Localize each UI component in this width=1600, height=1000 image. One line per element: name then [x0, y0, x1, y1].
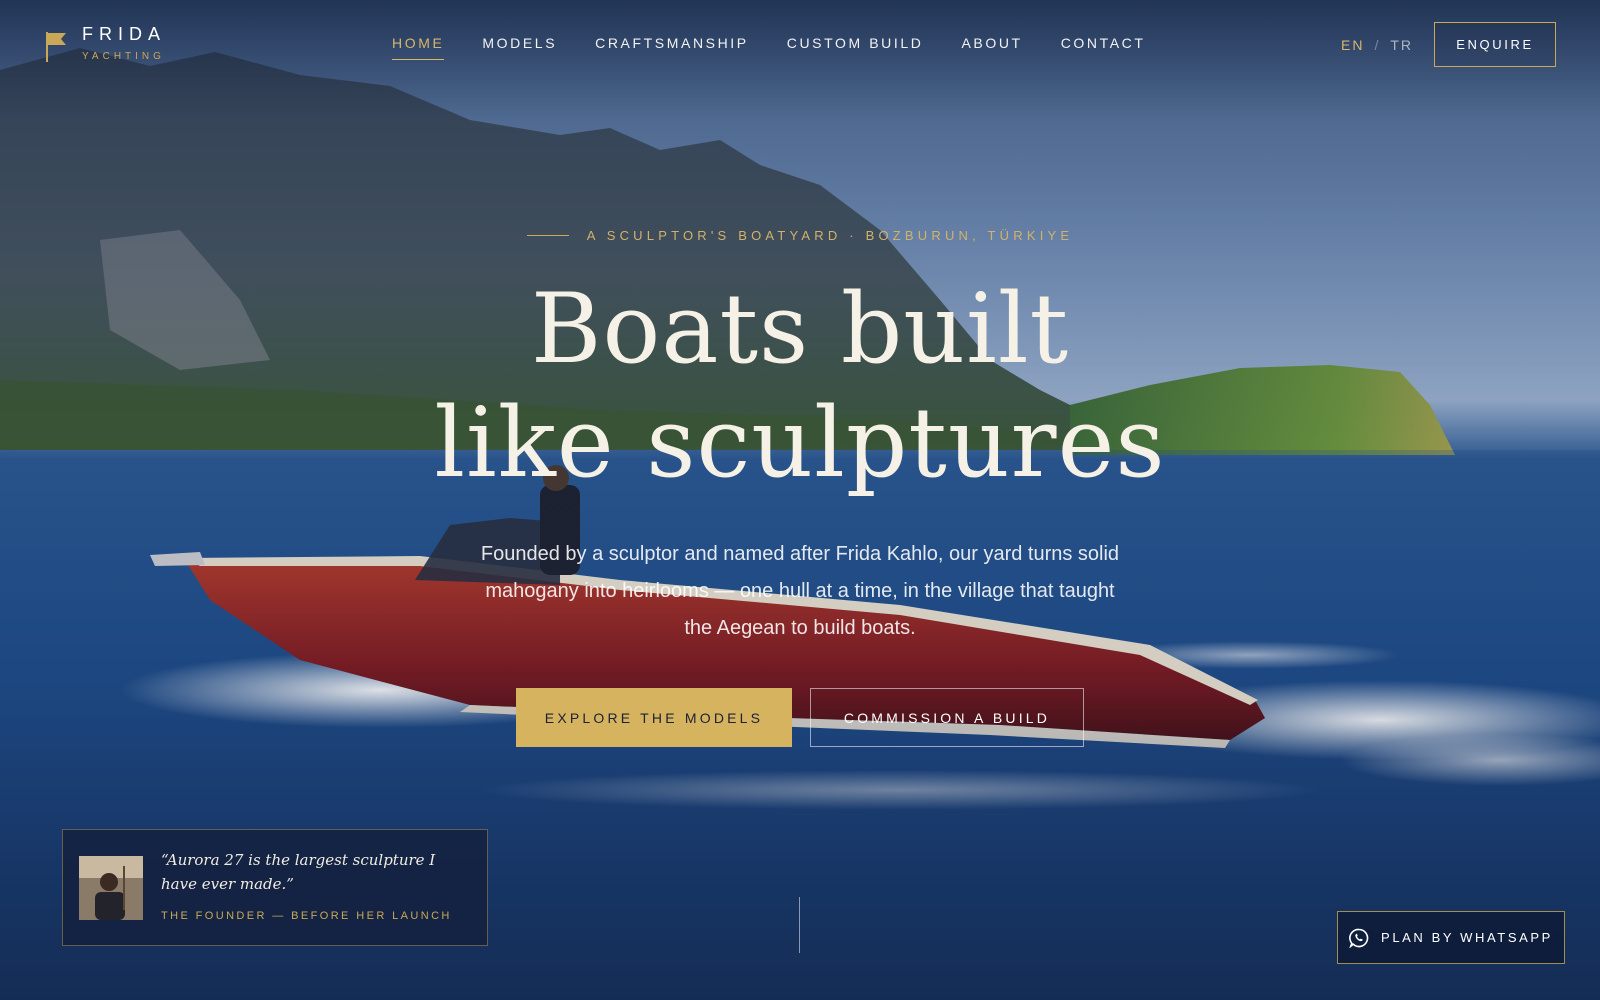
hero-lead: Founded by a sculptor and named after Fr… [480, 543, 1120, 639]
nav-item-custom-build[interactable]: CUSTOM BUILD [787, 35, 924, 60]
nav-item-craftsmanship[interactable]: CRAFTSMANSHIP [595, 35, 749, 60]
whatsapp-icon [1349, 928, 1369, 948]
explore-models-button[interactable]: EXPLORE THE MODELS [516, 688, 792, 747]
flag-icon [46, 32, 66, 62]
nav-item-contact[interactable]: CONTACT [1061, 35, 1146, 60]
brand-text: FRIDA YACHTING [82, 24, 166, 64]
founder-quote-card: “Aurora 27 is the largest sculpture I ha… [62, 829, 488, 946]
scroll-indicator [799, 897, 800, 953]
quote-attribution: THE FOUNDER — BEFORE HER LAUNCH [161, 910, 452, 922]
language-option-tr[interactable]: TR [1390, 37, 1413, 53]
eyebrow-divider [526, 235, 569, 236]
brand-name: FRIDA [82, 24, 166, 44]
language-option-en[interactable]: EN [1341, 37, 1364, 53]
hero-headline: Boats built like sculptures [0, 272, 1600, 500]
commission-build-button[interactable]: COMMISSION A BUILD [810, 688, 1084, 747]
whatsapp-button[interactable]: PLAN BY WHATSAPP [1337, 911, 1565, 964]
language-separator: / [1374, 37, 1381, 53]
founder-photo-image [79, 856, 143, 920]
brand-tagline: YACHTING [82, 51, 165, 62]
main-nav: HOME MODELS CRAFTSMANSHIP CUSTOM BUILD A… [392, 35, 1146, 60]
headline-line-1: Boats built [530, 273, 1070, 385]
founder-photo [79, 856, 143, 920]
headline-line-2: like sculptures [434, 387, 1166, 499]
quote-text: “Aurora 27 is the largest sculpture I ha… [161, 851, 436, 893]
eyebrow-text: A SCULPTOR'S BOATYARD · BOZBURUN, TÜRKIY… [586, 228, 1074, 243]
hero-eyebrow: A SCULPTOR'S BOATYARD · BOZBURUN, TÜRKIY… [0, 228, 1600, 243]
nav-item-home[interactable]: HOME [392, 35, 445, 60]
whatsapp-label: PLAN BY WHATSAPP [1381, 930, 1553, 945]
nav-item-about[interactable]: ABOUT [961, 35, 1022, 60]
enquire-button[interactable]: ENQUIRE [1434, 22, 1556, 67]
brand-logo[interactable]: FRIDA YACHTING [44, 24, 166, 64]
nav-item-models[interactable]: MODELS [482, 35, 557, 60]
language-switcher: EN / TR [1341, 37, 1413, 53]
